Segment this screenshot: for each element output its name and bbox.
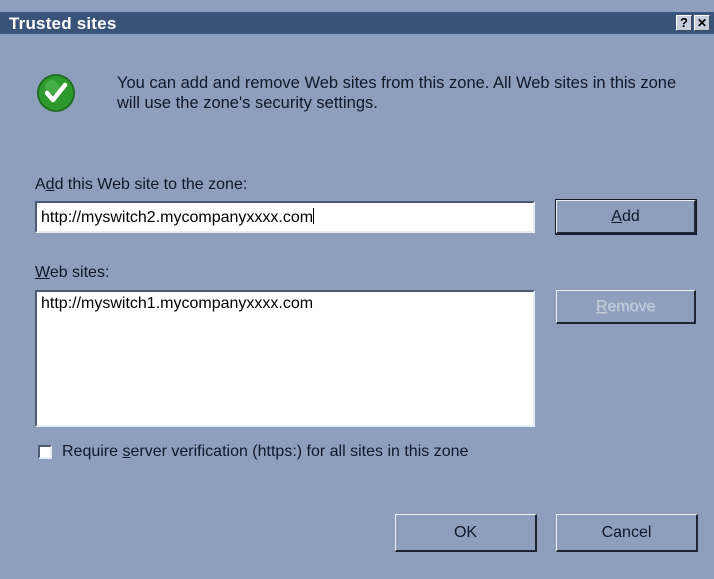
add-site-input[interactable]: http://myswitch2.mycompanyxxxx.com — [35, 201, 535, 233]
remove-button[interactable]: Remove — [556, 290, 696, 324]
require-verification-label[interactable]: Require server verification (https:) for… — [62, 443, 468, 461]
help-button[interactable]: ? — [676, 15, 692, 31]
web-sites-label: Web sites: — [35, 264, 110, 281]
title-bar[interactable]: Trusted sites ? ✕ — [0, 12, 714, 34]
cancel-button[interactable]: Cancel — [556, 514, 698, 552]
window-title: Trusted sites — [9, 14, 117, 33]
web-sites-list[interactable]: http://myswitch1.mycompanyxxxx.com — [35, 290, 535, 427]
trusted-sites-dialog: Trusted sites ? ✕ You can add and remove… — [0, 0, 714, 579]
add-site-label: Add this Web site to the zone: — [35, 176, 248, 193]
green-checkmark-icon — [37, 74, 75, 112]
require-verification-checkbox[interactable] — [38, 445, 52, 459]
list-item[interactable]: http://myswitch1.mycompanyxxxx.com — [41, 295, 529, 313]
info-text: You can add and remove Web sites from th… — [117, 74, 677, 112]
close-button[interactable]: ✕ — [694, 15, 710, 31]
ok-button[interactable]: OK — [395, 514, 537, 552]
add-button[interactable]: Add — [555, 199, 697, 235]
